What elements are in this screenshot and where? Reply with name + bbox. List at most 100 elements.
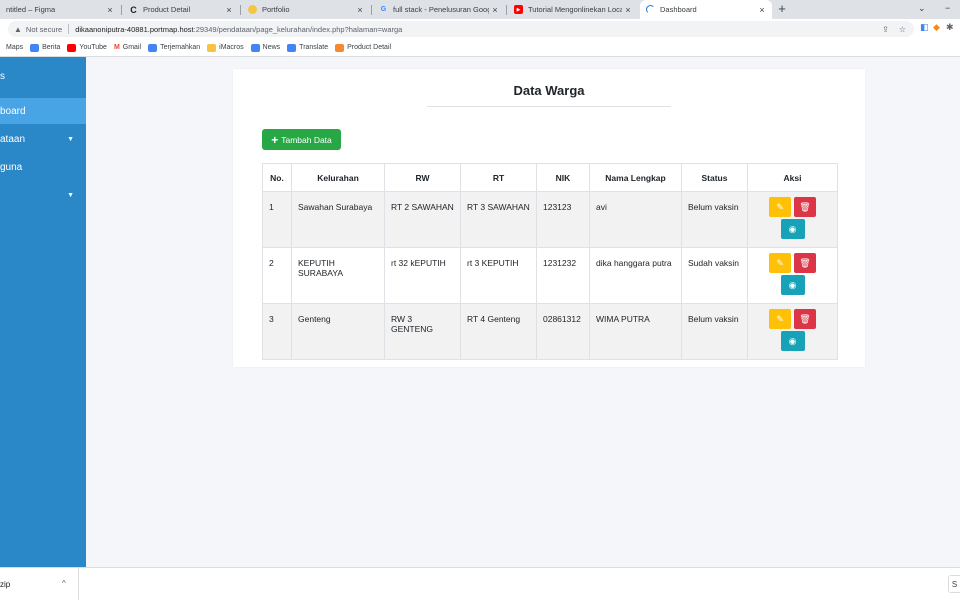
tab-strip: ntitled – Figma × C Product Detail × Por…	[0, 0, 960, 19]
bookmark-terjemahkan[interactable]: Terjemahkan	[148, 43, 201, 52]
view-button[interactable]: ◉	[780, 219, 805, 239]
bookmark-label: Gmail	[122, 44, 142, 51]
share-icon[interactable]: ⇪	[882, 25, 889, 34]
tab-close-icon[interactable]: ×	[104, 5, 116, 15]
sidebar-item-pengguna[interactable]: guna	[0, 154, 86, 180]
gmail-icon: M	[113, 44, 120, 51]
cell-kelurahan: Sawahan Surabaya	[291, 191, 385, 248]
table-row: 1 Sawahan Surabaya RT 2 SAWAHAN RT 3 SAW…	[262, 191, 838, 248]
add-data-button[interactable]: + Tambah Data	[262, 129, 341, 150]
bookmark-product-detail[interactable]: Product Detail	[335, 43, 392, 52]
delete-button[interactable]: 🗑	[794, 197, 816, 217]
bookmark-berita[interactable]: Berita	[30, 43, 60, 52]
c-logo-icon: C	[130, 4, 137, 15]
tab-dashboard[interactable]: Dashboard ×	[640, 0, 772, 19]
tab-figma[interactable]: ntitled – Figma ×	[0, 0, 120, 19]
view-button[interactable]: ◉	[780, 331, 805, 351]
translate-extension-icon[interactable]: ◧	[920, 22, 929, 33]
tab-title: full stack - Penelusuran Google	[393, 5, 489, 14]
sidebar: s board ataan ▼ guna ▼	[0, 57, 86, 567]
metamask-extension-icon[interactable]: ◆	[933, 22, 940, 33]
delete-button[interactable]: 🗑	[794, 309, 816, 329]
col-header-kelurahan: Kelurahan	[291, 163, 385, 192]
download-item[interactable]: zip ^	[0, 568, 79, 600]
address-bar[interactable]: ▲ Not secure dikaanoniputra-40881.portma…	[8, 21, 914, 37]
edit-button[interactable]: ✎	[769, 197, 791, 217]
col-header-no: No.	[262, 163, 292, 192]
plus-icon: +	[271, 132, 279, 147]
view-button[interactable]: ◉	[780, 275, 805, 295]
edit-icon: ✎	[776, 201, 784, 212]
minimize-icon[interactable]: −	[945, 3, 950, 13]
translate-icon	[287, 43, 297, 52]
cell-kelurahan: Genteng	[291, 303, 385, 360]
sidebar-item-dashboard[interactable]: board	[0, 98, 86, 124]
cell-kelurahan: KEPUTIH SURABAYA	[291, 247, 385, 304]
tab-close-icon[interactable]: ×	[622, 5, 634, 15]
edit-button[interactable]: ✎	[769, 309, 791, 329]
caret-down-icon: ▼	[67, 135, 74, 143]
tab-google-search[interactable]: G full stack - Penelusuran Google ×	[373, 0, 505, 19]
tab-youtube-tutorial[interactable]: ▶ Tutorial Mengonlinekan Localho... ×	[508, 0, 638, 19]
tab-title: Product Detail	[143, 5, 191, 14]
tab-close-icon[interactable]: ×	[489, 5, 501, 15]
youtube-icon: ▶	[514, 5, 523, 14]
cell-rt: RT 3 SAWAHAN	[460, 191, 537, 248]
show-all-button[interactable]: S	[948, 575, 960, 593]
bookmark-news[interactable]: News	[250, 43, 281, 52]
bookmark-youtube[interactable]: YouTube	[67, 43, 107, 52]
tab-search-icon[interactable]: ⌄	[918, 3, 926, 14]
bookmark-label: Terjemahkan	[160, 44, 201, 51]
tab-close-icon[interactable]: ×	[223, 5, 235, 15]
title-divider	[427, 106, 671, 107]
cell-no: 3	[262, 303, 292, 360]
table-row: 3 Genteng RW 3 GENTENG RT 4 Genteng 0286…	[262, 303, 838, 360]
bookmark-label: Product Detail	[347, 44, 392, 51]
loading-icon	[646, 5, 655, 14]
tab-close-icon[interactable]: ×	[354, 5, 366, 15]
chevron-up-icon[interactable]: ^	[62, 579, 66, 588]
bookmark-gmail[interactable]: M Gmail	[114, 44, 141, 51]
delete-button[interactable]: 🗑	[794, 253, 816, 273]
extensions-puzzle-icon[interactable]: ✱	[946, 22, 954, 33]
col-header-rw: RW	[384, 163, 461, 192]
col-header-nik: NIK	[536, 163, 590, 192]
bookmark-label: Maps	[6, 44, 24, 51]
cell-rt: RT 4 Genteng	[460, 303, 537, 360]
bookmark-maps[interactable]: Maps	[6, 44, 23, 51]
col-header-status: Status	[681, 163, 748, 192]
news-icon	[30, 43, 40, 52]
add-data-label: Tambah Data	[281, 134, 332, 145]
tab-close-icon[interactable]: ×	[756, 5, 768, 15]
caret-down-icon: ▼	[67, 191, 74, 199]
cell-status: Belum vaksin	[681, 303, 748, 360]
star-icon[interactable]: ☆	[899, 25, 906, 34]
tab-title: Dashboard	[660, 5, 697, 14]
cell-rw: rt 32 kEPUTIH	[384, 247, 461, 304]
bookmark-translate[interactable]: Translate	[287, 43, 329, 52]
cell-nik: 123123	[536, 191, 590, 248]
cell-nik: 1231232	[536, 247, 590, 304]
bookmark-label: News	[262, 44, 281, 51]
browser-toolbar: ▲ Not secure dikaanoniputra-40881.portma…	[0, 19, 960, 39]
tab-portfolio[interactable]: Portfolio ×	[242, 0, 370, 19]
news-icon	[250, 43, 260, 52]
folder-icon	[207, 43, 217, 52]
tab-product-detail[interactable]: C Product Detail ×	[123, 0, 239, 19]
sidebar-item-pendataan[interactable]: ataan ▼	[0, 126, 86, 152]
cell-no: 1	[262, 191, 292, 248]
edit-button[interactable]: ✎	[769, 253, 791, 273]
cell-status: Sudah vaksin	[681, 247, 748, 304]
cell-aksi: ✎ 🗑 ◉	[747, 303, 838, 360]
sidebar-item-label: guna	[0, 161, 23, 173]
security-label: Not secure	[25, 24, 63, 34]
bookmark-label: Translate	[299, 44, 329, 51]
cell-rw: RT 2 SAWAHAN	[384, 191, 461, 248]
youtube-icon	[67, 43, 77, 52]
tab-title: Portfolio	[262, 5, 290, 14]
tab-title: ntitled – Figma	[6, 5, 56, 14]
bookmark-imacros[interactable]: iMacros	[207, 43, 244, 52]
sidebar-item-more[interactable]: ▼	[0, 182, 86, 208]
new-tab-button[interactable]: +	[774, 1, 790, 17]
download-filename: zip	[0, 580, 11, 589]
